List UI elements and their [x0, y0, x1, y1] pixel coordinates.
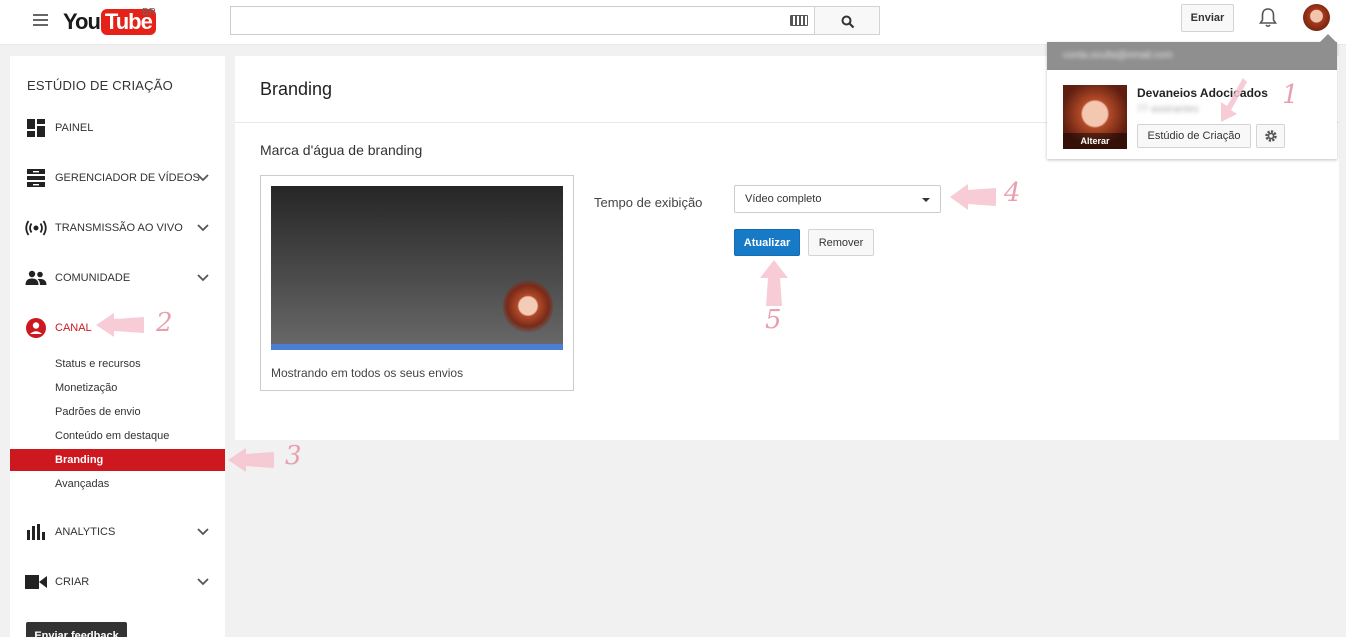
- annotation-number: 5: [765, 305, 782, 335]
- video-preview: [271, 186, 563, 350]
- chevron-down-icon[interactable]: [197, 224, 209, 232]
- remove-button[interactable]: Remover: [808, 229, 874, 256]
- section-title: Marca d'água de branding: [260, 142, 423, 158]
- annotation-number: 1: [1282, 80, 1299, 110]
- top-bar: You Tube BR Enviar: [0, 0, 1346, 45]
- dashboard-icon: [25, 117, 47, 139]
- update-button[interactable]: Atualizar: [734, 229, 800, 256]
- sidebar-item-label: GERENCIADOR DE VÍDEOS: [55, 172, 200, 184]
- sidebar-item-video-manager[interactable]: GERENCIADOR DE VÍDEOS: [10, 163, 225, 193]
- sidebar-subitem-status[interactable]: Status e recursos: [10, 353, 225, 375]
- live-icon: [25, 217, 47, 239]
- page-title: Branding: [260, 79, 333, 99]
- upload-button[interactable]: Enviar: [1181, 4, 1234, 32]
- annotation-arrow-5: [760, 260, 788, 306]
- avatar[interactable]: [1303, 4, 1330, 31]
- preview-caption: Mostrando em todos os seus envios: [271, 366, 464, 380]
- creator-studio-button[interactable]: Estúdio de Criação: [1137, 124, 1251, 148]
- annotation-arrow-1: [1221, 78, 1247, 122]
- sidebar-item-label: TRANSMISSÃO AO VIVO: [55, 222, 183, 234]
- sidebar-subitem-branding[interactable]: Branding: [10, 449, 225, 471]
- sidebar-title: ESTÚDIO DE CRIAÇÃO: [27, 78, 173, 93]
- chevron-down-icon[interactable]: [197, 174, 209, 182]
- channel-icon: [25, 317, 47, 339]
- sidebar-subitem-advanced[interactable]: Avançadas: [10, 473, 225, 495]
- change-avatar-label[interactable]: Alterar: [1063, 133, 1127, 149]
- progress-bar: [271, 344, 563, 350]
- sidebar-item-live[interactable]: TRANSMISSÃO AO VIVO: [10, 213, 225, 243]
- annotation-number: 2: [156, 308, 173, 338]
- select-value: Vídeo completo: [745, 193, 822, 205]
- chevron-down-icon[interactable]: [197, 578, 209, 586]
- annotation-number: 3: [285, 441, 302, 471]
- keyboard-icon[interactable]: [790, 15, 808, 26]
- annotation-arrow-4: [950, 184, 996, 210]
- sidebar-item-label: ANALYTICS: [55, 526, 116, 538]
- display-time-select[interactable]: Vídeo completo: [734, 185, 941, 213]
- bell-icon[interactable]: [1258, 7, 1278, 29]
- sidebar-item-painel[interactable]: PAINEL: [10, 113, 225, 143]
- analytics-icon: [25, 521, 47, 543]
- search-input[interactable]: [230, 6, 815, 35]
- region-label: BR: [142, 7, 156, 18]
- popup-pointer: [1320, 34, 1336, 42]
- search-button[interactable]: [814, 6, 880, 35]
- create-icon: [25, 571, 47, 593]
- display-time-label: Tempo de exibição: [594, 195, 703, 210]
- menu-icon[interactable]: [33, 14, 48, 28]
- sidebar-item-label: PAINEL: [55, 122, 94, 134]
- chevron-down-icon[interactable]: [197, 274, 209, 282]
- gear-icon: [1264, 130, 1277, 142]
- watermark-preview-card: Mostrando em todos os seus envios: [260, 175, 574, 391]
- search-icon: [841, 15, 855, 29]
- subscriber-count: 77 assinantes: [1137, 104, 1199, 115]
- sidebar-item-create[interactable]: CRIAR: [10, 567, 225, 597]
- popup-header: conta.oculta@email.com: [1047, 42, 1337, 70]
- sidebar-item-label: COMUNIDADE: [55, 272, 131, 284]
- community-icon: [25, 267, 47, 289]
- sidebar-item-label: CRIAR: [55, 576, 90, 588]
- settings-button[interactable]: [1256, 124, 1285, 148]
- sidebar-subitem-upload-defaults[interactable]: Padrões de envio: [10, 401, 225, 423]
- sidebar: ESTÚDIO DE CRIAÇÃO PAINEL GERENCIADOR DE…: [10, 56, 225, 637]
- watermark-image: [503, 280, 553, 334]
- sidebar-item-analytics[interactable]: ANALYTICS: [10, 517, 225, 547]
- account-email: conta.oculta@email.com: [1063, 50, 1173, 61]
- channel-avatar[interactable]: Alterar: [1063, 85, 1127, 149]
- sidebar-item-community[interactable]: COMUNIDADE: [10, 263, 225, 293]
- annotation-arrow-2: [96, 313, 144, 337]
- sidebar-subitem-featured-content[interactable]: Conteúdo em destaque: [10, 425, 225, 447]
- annotation-number: 4: [1004, 178, 1021, 208]
- sidebar-subitem-monetization[interactable]: Monetização: [10, 377, 225, 399]
- chevron-down-icon[interactable]: [197, 528, 209, 536]
- caret-down-icon: [922, 198, 930, 202]
- annotation-arrow-3: [228, 448, 274, 472]
- channel-name: Devaneios Adocicados: [1137, 86, 1268, 100]
- sidebar-item-label: CANAL: [55, 322, 92, 334]
- feedback-button[interactable]: Enviar feedback: [26, 622, 127, 637]
- video-manager-icon: [25, 167, 47, 189]
